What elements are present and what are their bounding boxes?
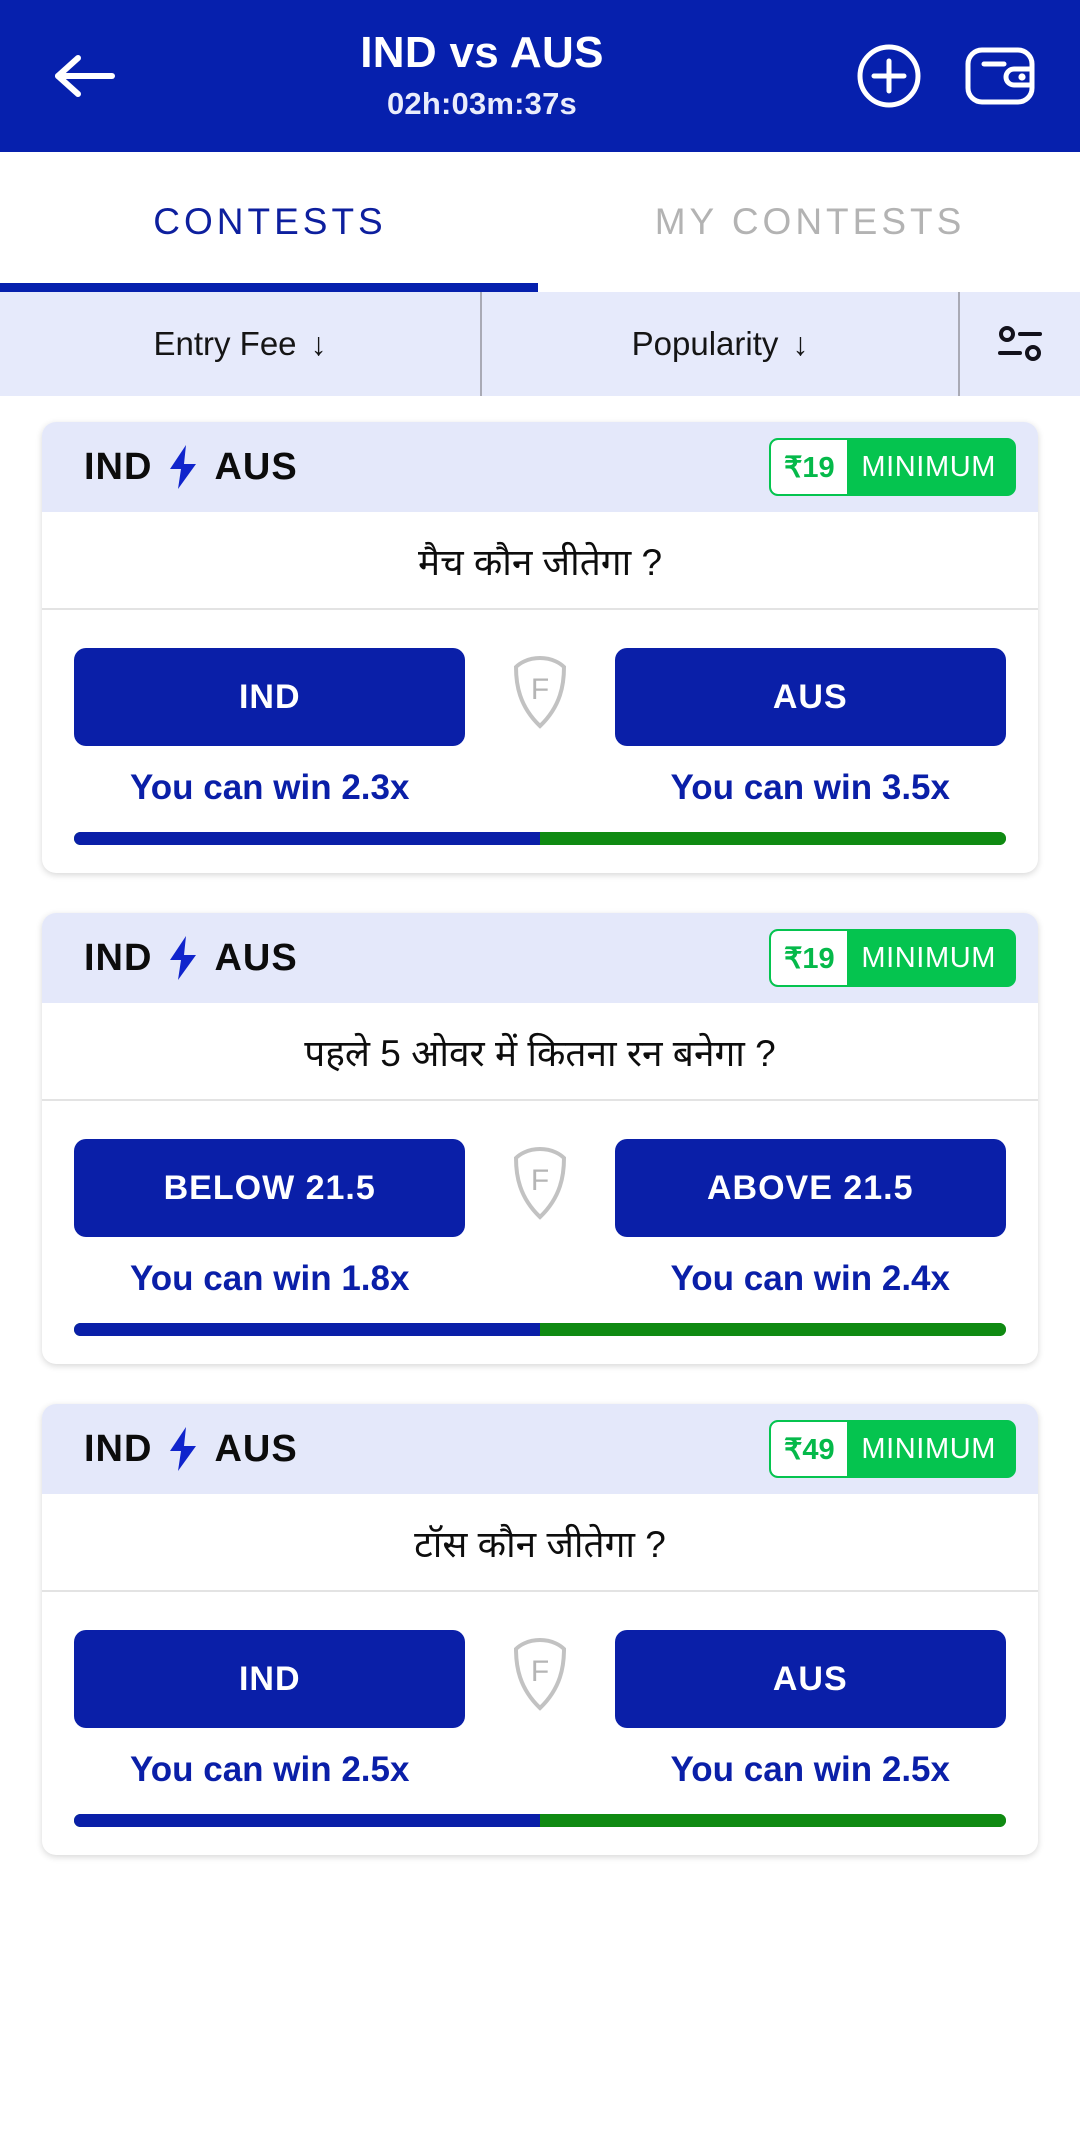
badge-label: MINIMUM (861, 1432, 996, 1465)
filter-entry-fee-label: Entry Fee (153, 325, 297, 362)
plus-circle-icon (857, 44, 921, 108)
lightning-bolt-icon (166, 1426, 200, 1472)
contest-card[interactable]: IND AUS ₹19 MINIMUM मैच कौन जीतेगा ? IND… (42, 422, 1038, 873)
header-title-block: IND vs AUS 02h:03m:37s (108, 30, 856, 121)
option-right: ABOVE 21.5 You can win 2.4x (614, 1139, 1006, 1299)
filter-bar: Entry Fee ↓ Popularity ↓ (0, 292, 1080, 396)
arrow-left-icon (55, 55, 115, 97)
filter-popularity-label: Popularity (631, 325, 779, 362)
option-left: BELOW 21.5 You can win 1.8x (74, 1139, 466, 1299)
status-badge: ₹49 MINIMUM (769, 1420, 1016, 1478)
chevron-down-icon-2: ↓ (792, 325, 809, 362)
contest-list: IND AUS ₹19 MINIMUM मैच कौन जीतेगा ? IND… (0, 396, 1080, 1855)
badge-amount: ₹19 (771, 440, 848, 494)
lightning-bolt-icon (166, 935, 200, 981)
progress-right-segment (540, 832, 1006, 845)
badge-amount: ₹49 (771, 1422, 848, 1476)
team-left-label: IND (84, 936, 153, 979)
status-badge: ₹19 MINIMUM (769, 929, 1016, 987)
active-tab-indicator (0, 283, 538, 292)
app-header: IND vs AUS 02h:03m:37s (0, 0, 1080, 152)
option-right: AUS You can win 2.5x (614, 1630, 1006, 1790)
svg-text:F: F (531, 1164, 549, 1197)
team-right-label: AUS (214, 1427, 298, 1470)
chevron-down-icon: ↓ (310, 325, 327, 362)
team-right-label: AUS (214, 445, 298, 488)
tab-contests[interactable]: CONTESTS (0, 152, 540, 292)
progress-left-segment (74, 1814, 540, 1827)
add-cash-button[interactable] (856, 43, 922, 109)
sliders-filter-icon (998, 326, 1042, 361)
contest-question: पहले 5 ओवर में कितना रन बनेगा ? (42, 1003, 1038, 1101)
option-right-button[interactable]: AUS (614, 648, 1006, 746)
filter-settings-button[interactable] (960, 292, 1080, 396)
tab-my-contests[interactable]: MY CONTESTS (540, 152, 1080, 292)
option-left-button[interactable]: BELOW 21.5 (74, 1139, 466, 1237)
page-title: IND vs AUS (360, 28, 604, 78)
contest-progress-bar (74, 832, 1006, 845)
status-badge: ₹19 MINIMUM (769, 438, 1016, 496)
option-right: AUS You can win 3.5x (614, 648, 1006, 808)
option-right-payout: You can win 2.4x (670, 1259, 950, 1298)
contest-question: मैच कौन जीतेगा ? (42, 512, 1038, 610)
filter-popularity[interactable]: Popularity ↓ (482, 292, 958, 396)
option-right-button[interactable]: AUS (614, 1630, 1006, 1728)
contest-card-header: IND AUS ₹19 MINIMUM (42, 422, 1038, 512)
contest-options: BELOW 21.5 You can win 1.8x F ABOVE 21.5… (42, 1101, 1038, 1299)
shield-f-icon: F (465, 1139, 614, 1223)
progress-left-segment (74, 1323, 540, 1336)
option-left-button[interactable]: IND (74, 1630, 466, 1728)
option-left-payout: You can win 2.5x (130, 1750, 410, 1789)
svg-text:F: F (531, 673, 549, 706)
option-right-button[interactable]: ABOVE 21.5 (614, 1139, 1006, 1237)
tab-bar: CONTESTS MY CONTESTS (0, 152, 1080, 292)
wallet-button[interactable] (964, 45, 1036, 107)
contest-progress-bar (74, 1814, 1006, 1827)
team-left-label: IND (84, 445, 153, 488)
badge-amount: ₹19 (771, 931, 848, 985)
shield-f-icon: F (465, 1630, 614, 1714)
filter-entry-fee[interactable]: Entry Fee ↓ (0, 292, 480, 396)
lightning-bolt-icon (166, 444, 200, 490)
contest-question: टॉस कौन जीतेगा ? (42, 1494, 1038, 1592)
contest-teams: IND AUS (84, 444, 298, 490)
contest-card[interactable]: IND AUS ₹49 MINIMUM टॉस कौन जीतेगा ? IND… (42, 1404, 1038, 1855)
contest-card-header: IND AUS ₹19 MINIMUM (42, 913, 1038, 1003)
option-left: IND You can win 2.5x (74, 1630, 466, 1790)
option-left-button[interactable]: IND (74, 648, 466, 746)
shield-f-icon: F (465, 648, 614, 732)
contest-card-header: IND AUS ₹49 MINIMUM (42, 1404, 1038, 1494)
team-left-label: IND (84, 1427, 153, 1470)
progress-left-segment (74, 832, 540, 845)
badge-label: MINIMUM (861, 450, 996, 483)
option-right-payout: You can win 3.5x (670, 768, 950, 807)
contest-card[interactable]: IND AUS ₹19 MINIMUM पहले 5 ओवर में कितना… (42, 913, 1038, 1364)
contest-progress-bar (74, 1323, 1006, 1336)
option-left: IND You can win 2.3x (74, 648, 466, 808)
svg-text:F: F (531, 1655, 549, 1688)
badge-label: MINIMUM (861, 941, 996, 974)
progress-right-segment (540, 1814, 1006, 1827)
header-actions (856, 43, 1036, 109)
match-timer: 02h:03m:37s (386, 85, 578, 121)
team-right-label: AUS (214, 936, 298, 979)
option-left-payout: You can win 1.8x (130, 1259, 410, 1298)
contest-teams: IND AUS (84, 935, 298, 981)
option-left-payout: You can win 2.3x (130, 768, 410, 807)
contest-teams: IND AUS (84, 1426, 298, 1472)
progress-right-segment (540, 1323, 1006, 1336)
contest-options: IND You can win 2.3x F AUS You can win 3… (42, 610, 1038, 808)
app-screen: IND vs AUS 02h:03m:37s CONTESTS MY CONTE… (0, 0, 1080, 2144)
wallet-icon (965, 47, 1035, 105)
option-right-payout: You can win 2.5x (670, 1750, 950, 1789)
contest-options: IND You can win 2.5x F AUS You can win 2… (42, 1592, 1038, 1790)
